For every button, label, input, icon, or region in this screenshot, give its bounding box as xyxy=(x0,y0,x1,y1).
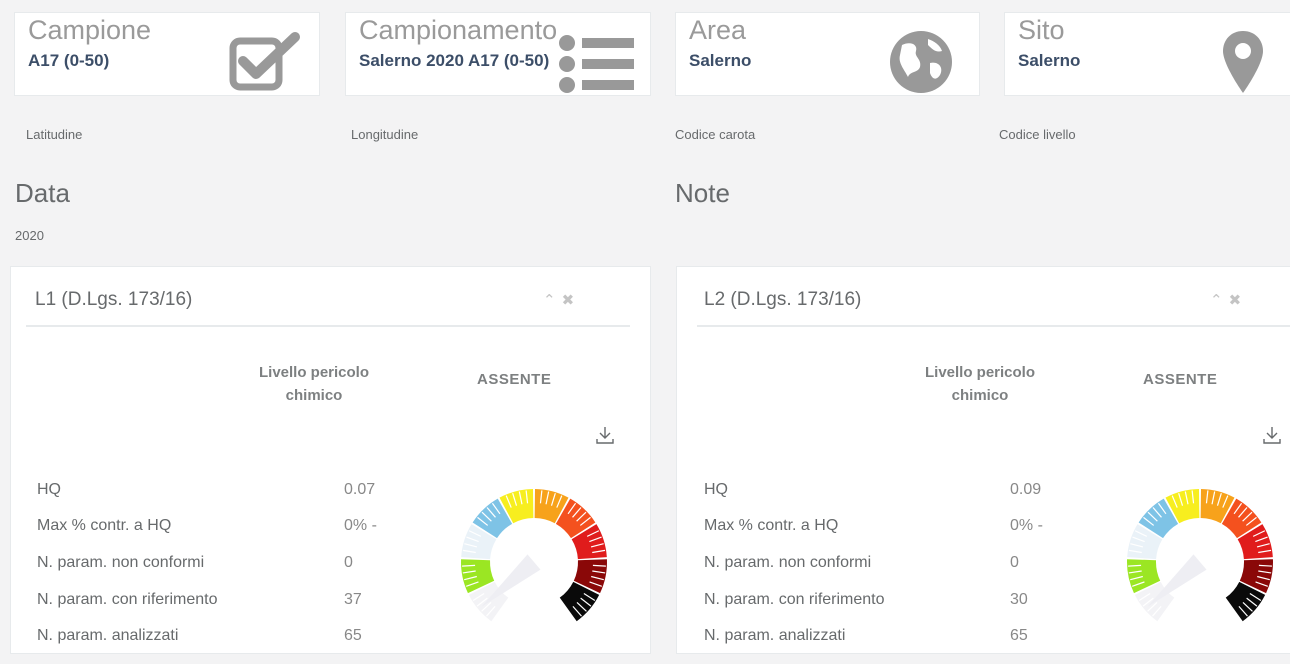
panel-title: L1 (D.Lgs. 173/16) xyxy=(35,289,193,310)
level-code-label: Codice livello xyxy=(999,127,1076,142)
panel-tools: ⌃✖ xyxy=(1210,291,1247,309)
card-title: Sito xyxy=(1018,15,1065,45)
gauge-tick xyxy=(462,564,476,567)
card-campionamento: Campionamento Salerno 2020 A17 (0-50) xyxy=(345,12,651,96)
latitude-label: Latitudine xyxy=(26,127,83,142)
download-icon[interactable] xyxy=(1262,425,1282,445)
card-value: Salerno xyxy=(689,51,752,70)
list-icon xyxy=(559,35,634,93)
stat-label-analizzati: N. param. analizzati xyxy=(37,627,179,644)
panel-tools: ⌃✖ xyxy=(543,291,580,309)
card-value: Salerno xyxy=(1018,51,1081,70)
card-value: A17 (0-50) xyxy=(28,51,110,70)
stat-label-non-conformi: N. param. non conformi xyxy=(37,554,205,571)
card-value: Salerno 2020 A17 (0-50) xyxy=(359,51,550,70)
stat-label-max-contr: Max % contr. a HQ xyxy=(704,517,839,534)
gauge-tick xyxy=(1258,564,1272,567)
note-title: Note xyxy=(675,178,730,208)
card-sito: Sito Salerno xyxy=(1004,12,1290,96)
close-icon[interactable]: ✖ xyxy=(1229,292,1248,309)
stat-value-hq: 0.09 xyxy=(1010,481,1042,498)
stat-value-con-riferimento: 30 xyxy=(1010,591,1028,608)
core-code-label: Codice carota xyxy=(675,127,756,142)
stat-value-non-conformi: 0 xyxy=(1010,554,1019,571)
stat-label-analizzati: N. param. analizzati xyxy=(704,627,846,644)
hazard-gauge xyxy=(461,489,607,622)
stat-label-non-conformi: N. param. non conformi xyxy=(704,554,872,571)
hazard-gauge xyxy=(1127,489,1273,622)
gauge-tick xyxy=(1128,564,1142,567)
card-title: Area xyxy=(689,15,747,45)
collapse-icon[interactable]: ⌃ xyxy=(1210,292,1229,309)
card-campione: Campione A17 (0-50) xyxy=(14,12,320,96)
card-title: Campione xyxy=(28,15,152,45)
stat-value-analizzati: 65 xyxy=(344,627,362,644)
panel-divider xyxy=(697,325,1290,327)
stat-value-analizzati: 65 xyxy=(1010,627,1028,644)
stat-value-max-contr: 0% - xyxy=(1010,517,1043,534)
checkbox-icon xyxy=(229,32,300,91)
panel-divider xyxy=(26,325,630,327)
collapse-icon[interactable]: ⌃ xyxy=(543,292,562,309)
hazard-level-value: ASSENTE xyxy=(1143,371,1218,388)
stat-value-max-contr: 0% - xyxy=(344,517,377,534)
hazard-level-label: Livello pericolo chimico xyxy=(924,364,1036,404)
close-icon[interactable]: ✖ xyxy=(562,292,581,309)
card-title: Campionamento xyxy=(359,15,558,45)
stat-value-con-riferimento: 37 xyxy=(344,591,362,608)
data-value: 2020 xyxy=(15,228,44,243)
download-icon[interactable] xyxy=(595,425,615,445)
stat-label-hq: HQ xyxy=(37,481,61,498)
longitude-label: Longitudine xyxy=(351,127,419,142)
globe-icon xyxy=(890,31,952,93)
stat-label-con-riferimento: N. param. con riferimento xyxy=(37,591,218,608)
panel-l1: L1 (D.Lgs. 173/16) ⌃✖ Livello pericolo c… xyxy=(10,266,651,654)
panel-l2: L2 (D.Lgs. 173/16) ⌃✖ Livello pericolo c… xyxy=(676,266,1290,654)
panel-title: L2 (D.Lgs. 173/16) xyxy=(704,289,862,310)
gauge-tick xyxy=(592,564,606,567)
stat-label-hq: HQ xyxy=(704,481,728,498)
hazard-level-value: ASSENTE xyxy=(477,371,552,388)
card-area: Area Salerno xyxy=(675,12,980,96)
stat-label-con-riferimento: N. param. con riferimento xyxy=(704,591,885,608)
data-title: Data xyxy=(15,178,70,208)
stat-label-max-contr: Max % contr. a HQ xyxy=(37,517,172,534)
map-marker-icon xyxy=(1223,31,1263,93)
stat-value-hq: 0.07 xyxy=(344,481,376,498)
hazard-level-label: Livello pericolo chimico xyxy=(258,364,370,404)
stat-value-non-conformi: 0 xyxy=(344,554,353,571)
